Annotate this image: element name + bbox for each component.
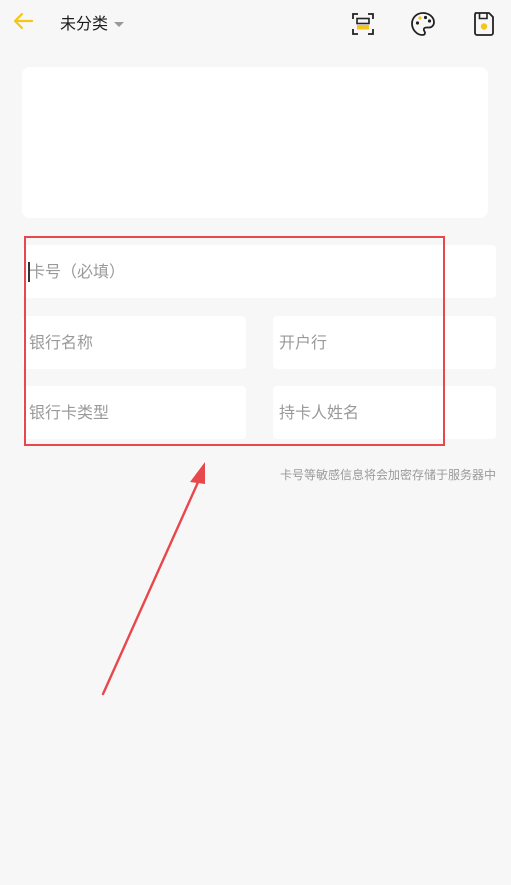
card-number-input[interactable]: [23, 245, 496, 298]
scan-button[interactable]: [349, 10, 377, 38]
palette-icon: [411, 12, 435, 36]
save-button[interactable]: [470, 10, 498, 38]
theme-button[interactable]: [409, 10, 437, 38]
category-dropdown[interactable]: 未分类: [60, 11, 125, 37]
card-image-area[interactable]: [22, 67, 488, 218]
bank-name-input[interactable]: [23, 316, 246, 369]
top-bar: 未分类: [0, 0, 511, 50]
branch-input[interactable]: [273, 316, 496, 369]
chevron-down-icon: [114, 21, 125, 27]
category-label: 未分类: [60, 14, 109, 33]
security-hint: 卡号等敏感信息将会加密存储于服务器中: [279, 468, 496, 482]
back-button[interactable]: [8, 6, 38, 36]
back-arrow-icon: [13, 12, 34, 30]
card-type-input[interactable]: [23, 386, 246, 439]
holder-name-input[interactable]: [273, 386, 496, 439]
scan-icon: [352, 13, 374, 35]
text-cursor: [28, 262, 30, 282]
save-icon: [474, 12, 494, 36]
